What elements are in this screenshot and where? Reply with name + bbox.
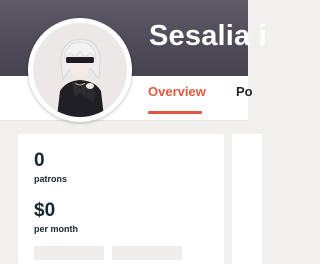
tab-overview[interactable]: Overview xyxy=(148,84,206,100)
avatar[interactable] xyxy=(33,23,127,117)
monthly-earnings-label: per month xyxy=(34,224,78,234)
action-button[interactable] xyxy=(34,246,104,260)
anime-character-avatar-icon xyxy=(33,23,127,117)
action-button-secondary[interactable] xyxy=(112,246,182,260)
tab-posts[interactable]: Po xyxy=(236,84,253,100)
monthly-earnings: $0 xyxy=(34,200,56,221)
patron-count: 0 xyxy=(34,150,45,171)
creator-name: Sesalia i xyxy=(149,20,267,52)
stats-card: 0 patrons $0 per month xyxy=(18,134,224,264)
side-card xyxy=(232,134,262,264)
patron-count-label: patrons xyxy=(34,174,68,184)
avatar-frame xyxy=(28,18,132,122)
active-tab-indicator xyxy=(148,111,202,114)
